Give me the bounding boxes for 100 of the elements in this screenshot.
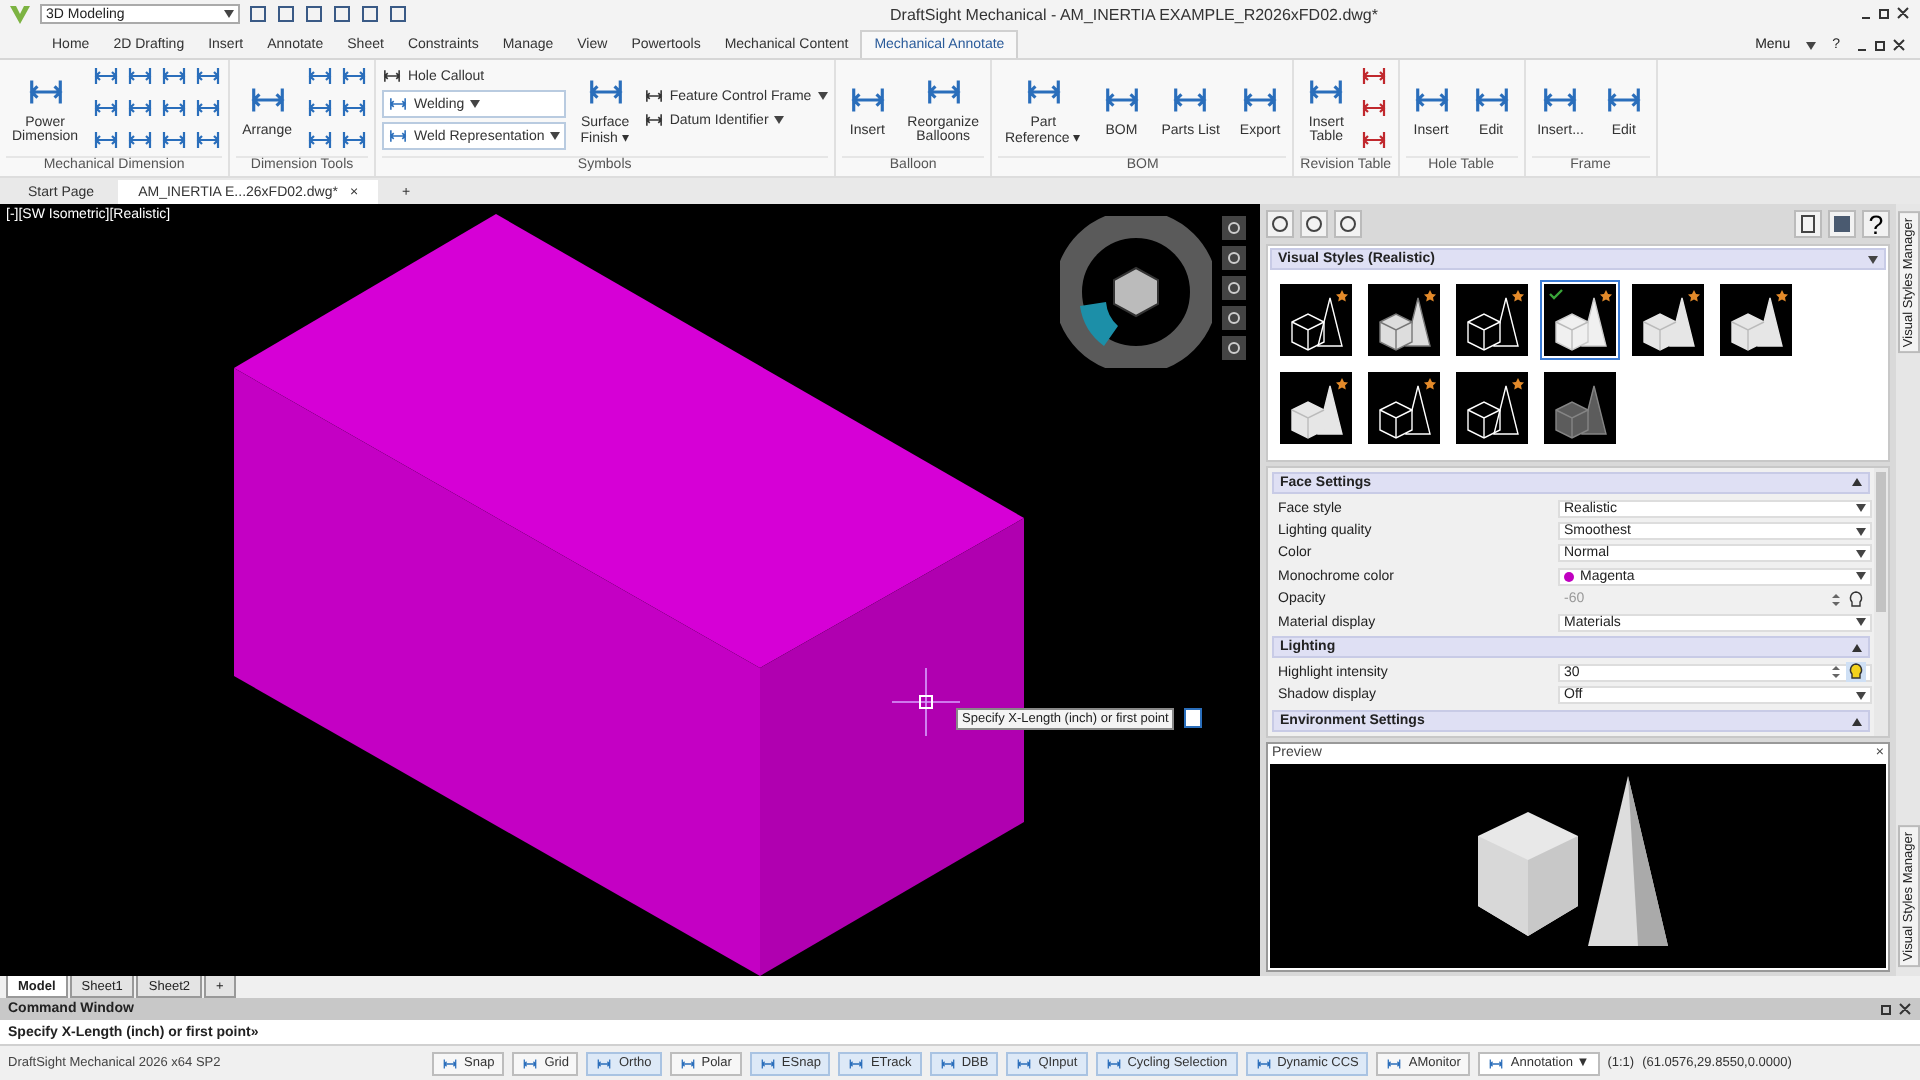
symbol-icon [643, 86, 664, 106]
window-controls-icon[interactable] [1880, 1002, 1912, 1016]
window-controls-icon[interactable] [1856, 37, 1908, 53]
dimension-icon [339, 94, 368, 122]
dimension-icon [339, 126, 368, 154]
dimension-icon [126, 62, 155, 90]
visual-style-thumbnail[interactable] [1368, 372, 1440, 444]
status-icon [596, 1055, 613, 1071]
help-button[interactable]: ? [1862, 210, 1890, 238]
dimension-tool-button[interactable] [305, 126, 334, 154]
navigation-button[interactable] [1222, 246, 1246, 270]
status-icon [1016, 1055, 1033, 1071]
visual-style-thumbnail[interactable] [1280, 372, 1352, 444]
dimension-icon [305, 94, 334, 122]
navigation-button[interactable] [1222, 306, 1246, 330]
status-icon [1386, 1055, 1403, 1071]
status-icon [848, 1055, 865, 1071]
dimension-tool-button[interactable] [92, 126, 121, 154]
window-title: DraftSight Mechanical - AM_INERTIA EXAMPLE_R2026xFD02.dwg* [888, 5, 1380, 23]
status-icon [1255, 1055, 1272, 1071]
scrollbar[interactable] [1874, 468, 1888, 736]
dimension-icon [305, 126, 334, 154]
navigation-button[interactable] [1222, 276, 1246, 300]
dimension-tool-button[interactable] [339, 62, 368, 90]
revision-tool-button[interactable] [1360, 62, 1389, 90]
navigation-button[interactable] [1222, 216, 1246, 240]
dimension-tool-button[interactable] [339, 126, 368, 154]
dimension-icon [160, 94, 189, 122]
dimension-icon [126, 94, 155, 122]
caret-icon [1856, 691, 1866, 700]
dimension-tool-button[interactable] [305, 94, 334, 122]
visual-style-thumbnail[interactable] [1368, 284, 1440, 356]
page-search-icon [1798, 214, 1818, 234]
panel-tool-button[interactable] [1300, 210, 1328, 238]
crosshair-cursor [891, 667, 961, 737]
bulb-icon[interactable] [1846, 662, 1866, 683]
dimension-icon [92, 62, 121, 90]
panel-tool-button[interactable] [1794, 210, 1822, 238]
visual-style-thumbnail[interactable] [1544, 372, 1616, 444]
dimension-tool-button[interactable] [160, 62, 189, 90]
navigation-button[interactable] [1222, 336, 1246, 360]
weld-icon [387, 94, 408, 114]
dimension-tool-button[interactable] [92, 94, 121, 122]
visual-style-thumbnail[interactable] [1280, 284, 1352, 356]
visual-style-thumbnail[interactable] [1456, 284, 1528, 356]
input-field[interactable] [1184, 708, 1202, 728]
status-icon [939, 1055, 956, 1071]
panel-tool-button[interactable] [1828, 210, 1856, 238]
revision-tool-button[interactable] [1360, 126, 1389, 154]
weld-icon [387, 126, 408, 146]
dimension-tool-button[interactable] [194, 126, 223, 154]
grid-view-icon [1832, 214, 1852, 234]
symbol-icon [643, 110, 664, 130]
collapse-icon [1852, 717, 1862, 726]
viewcube-drawing[interactable] [1060, 216, 1212, 368]
collapse-icon [1852, 478, 1862, 487]
dimension-icon [92, 94, 121, 122]
visual-style-thumbnail[interactable] [1632, 284, 1704, 356]
dimension-tool-button[interactable] [126, 62, 155, 90]
dimension-tool-button[interactable] [160, 126, 189, 154]
dimension-tool-button[interactable] [92, 62, 121, 90]
dimension-icon [194, 126, 223, 154]
revision-icon [1360, 126, 1389, 154]
caret-icon [1868, 255, 1878, 263]
dimension-tool-button[interactable] [126, 126, 155, 154]
status-icon [759, 1055, 776, 1071]
caret-icon [1856, 618, 1866, 627]
annotation-icon [1488, 1055, 1505, 1071]
visual-style-thumbnail[interactable] [1544, 284, 1616, 356]
collapse-icon [1852, 643, 1862, 652]
revision-icon [1360, 94, 1389, 122]
dimension-icon [339, 62, 368, 90]
caret-icon [1856, 504, 1866, 513]
dimension-tool-button[interactable] [160, 94, 189, 122]
dimension-icon [194, 94, 223, 122]
status-icon [522, 1055, 539, 1071]
window-controls-icon[interactable] [1860, 6, 1912, 22]
revision-tool-button[interactable] [1360, 94, 1389, 122]
dimension-icon [160, 62, 189, 90]
dimension-tool-button[interactable] [194, 94, 223, 122]
spinner-icon [1832, 591, 1840, 608]
caret-icon [1856, 572, 1866, 581]
dimension-tool-button[interactable] [305, 62, 334, 90]
visual-style-thumbnail[interactable] [1720, 284, 1792, 356]
caret-icon [224, 10, 234, 18]
panel-tool-button[interactable] [1266, 210, 1294, 238]
revision-icon [1360, 62, 1389, 90]
dimension-tool-button[interactable] [194, 62, 223, 90]
dimension-tool-button[interactable] [339, 94, 368, 122]
caret-icon [1856, 549, 1866, 558]
spinner-icon [1832, 664, 1840, 681]
visual-style-thumbnail[interactable] [1456, 372, 1528, 444]
status-icon [679, 1055, 696, 1071]
caret-icon [1856, 527, 1866, 536]
dimension-tool-button[interactable] [126, 94, 155, 122]
symbol-icon [381, 66, 402, 86]
status-icon [442, 1055, 458, 1071]
panel-tool-button[interactable] [1334, 210, 1362, 238]
dimension-icon [92, 126, 121, 154]
dimension-icon [126, 126, 155, 154]
